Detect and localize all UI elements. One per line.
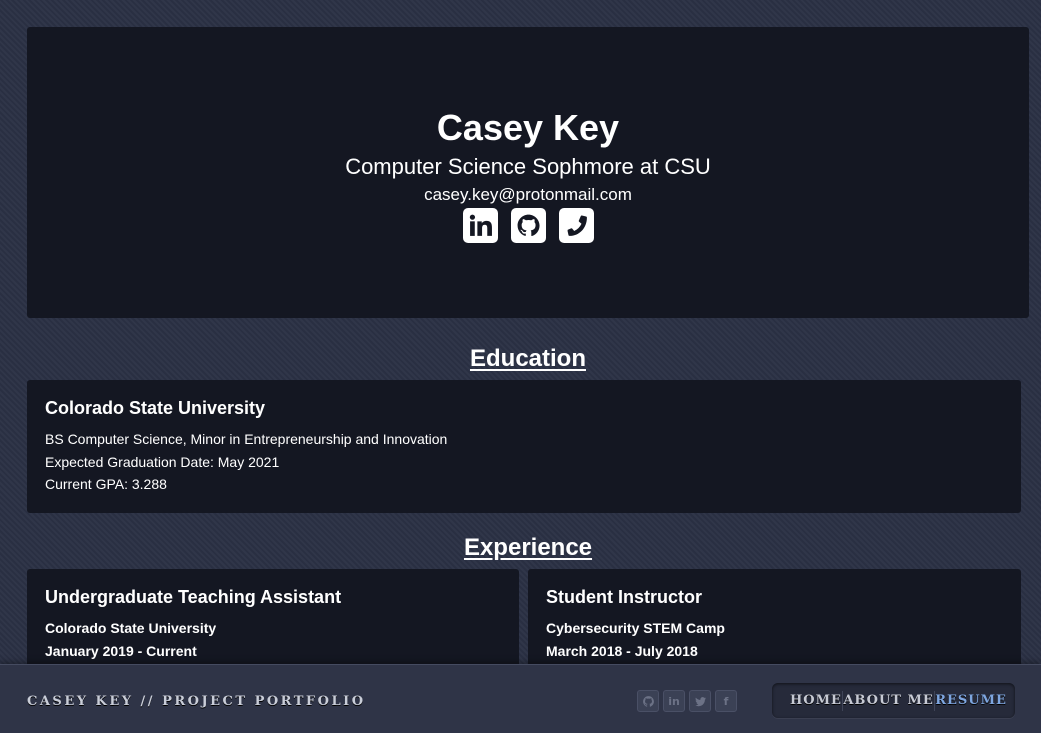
experience-card: Student Instructor Cybersecurity STEM Ca…: [528, 569, 1021, 679]
school-name: Colorado State University: [45, 398, 266, 418]
education-card: Colorado State University BS Computer Sc…: [27, 380, 1021, 513]
linkedin-icon: [469, 214, 492, 236]
site-footer: CASEY KEY // PROJECT PORTFOLIO in f HOME…: [0, 664, 1041, 733]
graduation-date-line: Expected Graduation Date: May 2021: [45, 453, 280, 470]
job-organization: Cybersecurity STEM Camp: [546, 620, 725, 636]
profile-tagline: Computer Science Sophmore at CSU: [345, 154, 711, 179]
job-dates: March 2018 - July 2018: [546, 642, 698, 659]
footer-social-links: in f: [637, 690, 737, 712]
job-organization: Colorado State University: [45, 620, 217, 636]
profile-header-card: Casey Key Computer Science Sophmore at C…: [27, 27, 1029, 318]
experience-heading: Experience: [463, 534, 593, 561]
phone-link[interactable]: [558, 208, 594, 243]
degree-line: BS Computer Science, Minor in Entreprene…: [45, 431, 448, 447]
footer-github-link[interactable]: [637, 690, 659, 712]
job-dates: January 2019 - Current: [45, 642, 197, 659]
experience-card: Undergraduate Teaching Assistant Colorad…: [27, 569, 519, 679]
github-icon: [517, 214, 540, 237]
footer-brand[interactable]: CASEY KEY // PROJECT PORTFOLIO: [27, 694, 366, 709]
main-nav: HOME ABOUT ME RESUME: [772, 683, 1015, 718]
education-heading: Education: [469, 345, 586, 372]
footer-twitter-link[interactable]: [689, 690, 711, 712]
nav-about-me[interactable]: ABOUT ME: [843, 693, 933, 708]
nav-home[interactable]: HOME: [790, 693, 842, 708]
footer-linkedin-link[interactable]: in: [663, 690, 685, 712]
github-link[interactable]: [510, 208, 546, 243]
job-title: Student Instructor: [546, 587, 702, 607]
job-title: Undergraduate Teaching Assistant: [45, 587, 342, 607]
linkedin-link[interactable]: [462, 208, 498, 243]
footer-facebook-link[interactable]: f: [715, 690, 737, 712]
profile-email[interactable]: casey.key@protonmail.com: [27, 185, 1029, 205]
phone-icon: [566, 215, 587, 236]
twitter-icon: [694, 696, 706, 706]
linkedin-icon: in: [668, 694, 680, 708]
profile-social-links: [27, 208, 1029, 243]
facebook-icon: f: [723, 694, 729, 708]
github-icon: [642, 695, 654, 707]
gpa-line: Current GPA: 3.288: [45, 476, 167, 492]
profile-name: Casey Key: [436, 107, 620, 148]
nav-resume[interactable]: RESUME: [935, 693, 1007, 708]
